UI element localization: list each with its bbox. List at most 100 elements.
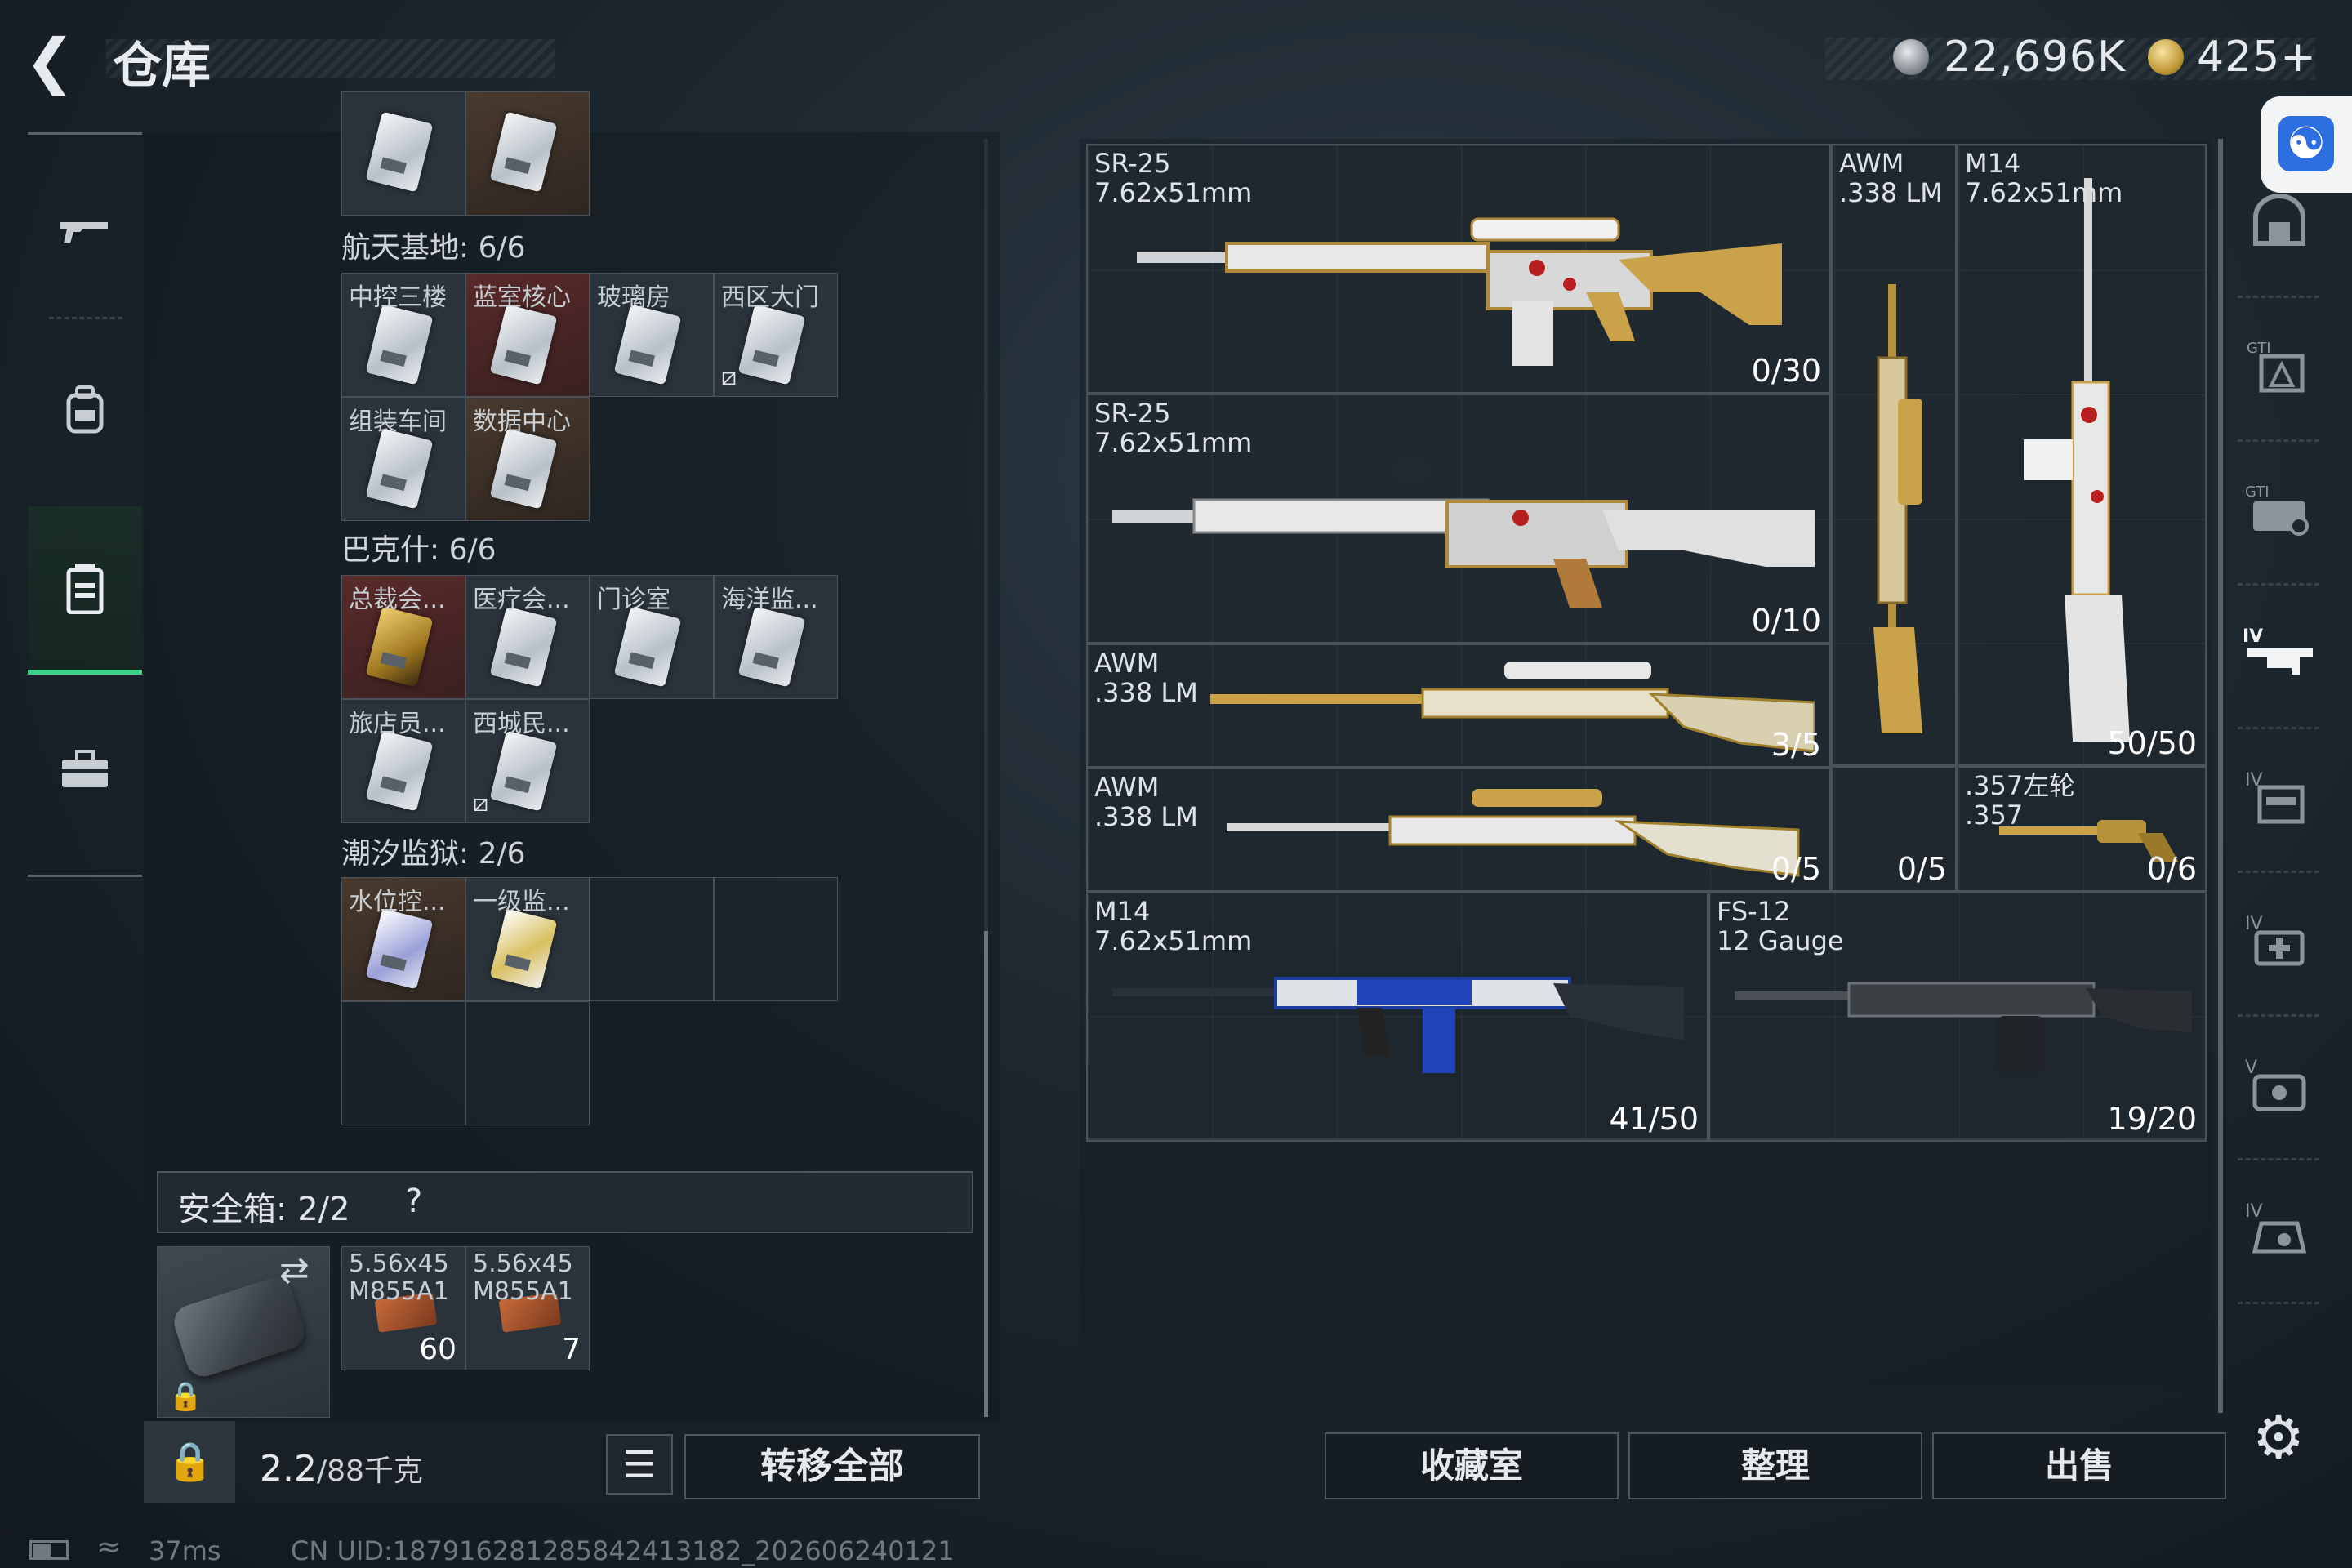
category-rifles[interactable]: IV [2234, 591, 2324, 714]
gold-currency-amount[interactable]: 425+ [2197, 33, 2317, 82]
toolbox-icon [62, 750, 108, 787]
weapon-slot-revolver[interactable]: .357左轮 .357 0/6 [1957, 766, 2207, 892]
keycard-image [365, 304, 434, 385]
keycard-slot[interactable]: 数据中心 [466, 397, 590, 521]
keycard-image [613, 606, 682, 688]
transfer-all-button[interactable]: 转移全部 [684, 1434, 980, 1499]
weapon-ammo-count: 19/20 [2107, 1101, 2197, 1137]
keycard-label: 水位控... [349, 888, 446, 916]
ammo-label: 5.56x45 M855A1 [473, 1250, 573, 1306]
category-rig[interactable]: GTI [2234, 448, 2324, 570]
weapon-slot-m14[interactable]: M14 7.62x51mm 41/50 [1086, 892, 1708, 1142]
nav-inventory[interactable] [28, 506, 142, 675]
keycard-label: 门诊室 [597, 586, 670, 614]
weapon-slot-m14-vertical[interactable]: M14 7.62x51mm 50/50 [1957, 144, 2207, 766]
keycard-slot[interactable]: 海洋监... [714, 575, 838, 699]
sort-button[interactable]: 整理 [1628, 1432, 1922, 1499]
keycard-slot[interactable]: 西区大门 ⧄ [714, 273, 838, 397]
keycard-slot[interactable] [466, 91, 590, 216]
keycard-label: 海洋监... [721, 586, 818, 614]
weapon-ammo-count: 0/30 [1751, 353, 1821, 389]
keycard-slot[interactable]: 水位控... [341, 877, 466, 1001]
category-separator [2238, 1158, 2319, 1160]
weapon-slot-awm[interactable]: AWM .338 LM 3/5 [1086, 644, 1831, 768]
silver-coin-icon [1893, 39, 1929, 75]
stash-scrollbar-thumb[interactable] [984, 931, 988, 1417]
category-separator [2238, 583, 2319, 586]
armor-gti-icon: GTI [2247, 340, 2305, 393]
weapon-slot-fs12[interactable]: FS-12 12 Gauge 19/20 [1708, 892, 2207, 1142]
case-v-icon: V [2245, 1058, 2306, 1111]
keycard-label: 蓝室核心 [473, 283, 571, 312]
ping-readout: 37ms [149, 1535, 221, 1566]
category-separator [2238, 296, 2319, 298]
weapon-scrollbar[interactable] [2218, 139, 2223, 1413]
category-medical[interactable]: IV [2234, 879, 2324, 1001]
back-arrow-icon[interactable]: ❮ [24, 31, 90, 91]
keycard-label: 组装车间 [349, 408, 447, 436]
stash-section-header[interactable]: 航天基地: 6/6 [341, 224, 526, 266]
keycard-slot[interactable]: 医疗会... [466, 575, 590, 699]
stash-section-header[interactable]: 潮汐监狱: 2/6 [341, 830, 526, 872]
category-separator [2238, 439, 2319, 442]
keycard-image [489, 428, 558, 510]
empty-slot[interactable] [341, 1001, 466, 1125]
gear-icon[interactable]: ⚙ [2246, 1405, 2311, 1470]
no-drop-icon: ⧄ [721, 363, 737, 391]
weapon-name: M14 7.62x51mm [1965, 148, 2123, 208]
bag-iv-icon: IV [2245, 1201, 2307, 1254]
keycard-slot[interactable] [341, 91, 466, 216]
keycard-slot[interactable]: 蓝室核心 [466, 273, 590, 397]
list-view-button[interactable]: ☰ [606, 1434, 673, 1494]
keycard-slot[interactable]: 一级监... [466, 877, 590, 1001]
weapon-slot-sr25[interactable]: SR-25 7.62x51mm 0/10 [1086, 394, 1831, 644]
keycard-image [489, 730, 558, 812]
empty-slot[interactable] [590, 877, 714, 1001]
sell-button[interactable]: 出售 [1932, 1432, 2226, 1499]
nav-weapons[interactable] [28, 150, 142, 314]
keycard-slot[interactable]: 西城民... ⧄ [466, 699, 590, 823]
keycard-slot[interactable]: 玻璃房 [590, 273, 714, 397]
keycard-image [613, 304, 682, 385]
secure-ammo-slot[interactable]: 5.56x45 M855A1 7 [466, 1246, 590, 1370]
category-case[interactable]: V [2234, 1022, 2324, 1145]
category-bag[interactable]: IV [2234, 1166, 2324, 1289]
keycard-image [365, 428, 434, 510]
nav-toolbox[interactable] [28, 688, 142, 851]
swap-icon[interactable]: ⇄ [279, 1250, 310, 1291]
category-armor[interactable]: GTI [2234, 304, 2324, 426]
weapon-name: AWM .338 LM [1094, 772, 1198, 832]
weapon-slot-sr25[interactable]: SR-25 7.62x51mm 0/30 [1086, 144, 1831, 394]
stash-section-header[interactable]: 巴克什: 6/6 [341, 526, 497, 568]
kg-lock-icon: 🔒 [167, 1439, 214, 1483]
silver-currency-amount: 22,696K [1944, 33, 2127, 82]
category-helmet[interactable] [2234, 160, 2324, 283]
lock-icon: 🔒 [168, 1380, 203, 1413]
keycard-slot[interactable]: 门诊室 [590, 575, 714, 699]
weapon-slot-awm-vertical[interactable]: AWM .338 LM [1831, 144, 1957, 766]
nav-equipment[interactable] [28, 328, 142, 492]
keycard-slot[interactable]: 组装车间 [341, 397, 466, 521]
category-separator [2238, 1014, 2319, 1017]
keycard-image [489, 304, 558, 385]
category-separator [2238, 1302, 2319, 1304]
collection-room-button[interactable]: 收藏室 [1325, 1432, 1619, 1499]
keycard-slot[interactable]: 旅店员... [341, 699, 466, 823]
weapon-slot-awm-ammo[interactable]: 0/5 [1831, 766, 1957, 892]
keycard-slot[interactable]: 中控三楼 [341, 273, 466, 397]
svg-text:V: V [2245, 1058, 2257, 1078]
empty-slot[interactable] [714, 877, 838, 1001]
weapon-name: M14 7.62x51mm [1094, 896, 1253, 956]
keycard-label: 旅店员... [349, 710, 446, 738]
weapon-ammo-count: 0/5 [1896, 851, 1947, 887]
secure-ammo-slot[interactable]: 5.56x45 M855A1 60 [341, 1246, 466, 1370]
category-backpack[interactable]: IV [2234, 735, 2324, 858]
keycard-label: 玻璃房 [597, 283, 670, 312]
keycard-image [365, 730, 434, 812]
user-uid: CN UID:18791628128584241318​2_2026062401… [291, 1535, 955, 1566]
keycard-label: 西区大门 [721, 283, 819, 312]
keycard-slot[interactable]: 总裁会... [341, 575, 466, 699]
secure-box-help-icon[interactable]: ? [405, 1183, 422, 1220]
weapon-slot-awm[interactable]: AWM .338 LM 0/5 [1086, 768, 1831, 892]
empty-slot[interactable] [466, 1001, 590, 1125]
